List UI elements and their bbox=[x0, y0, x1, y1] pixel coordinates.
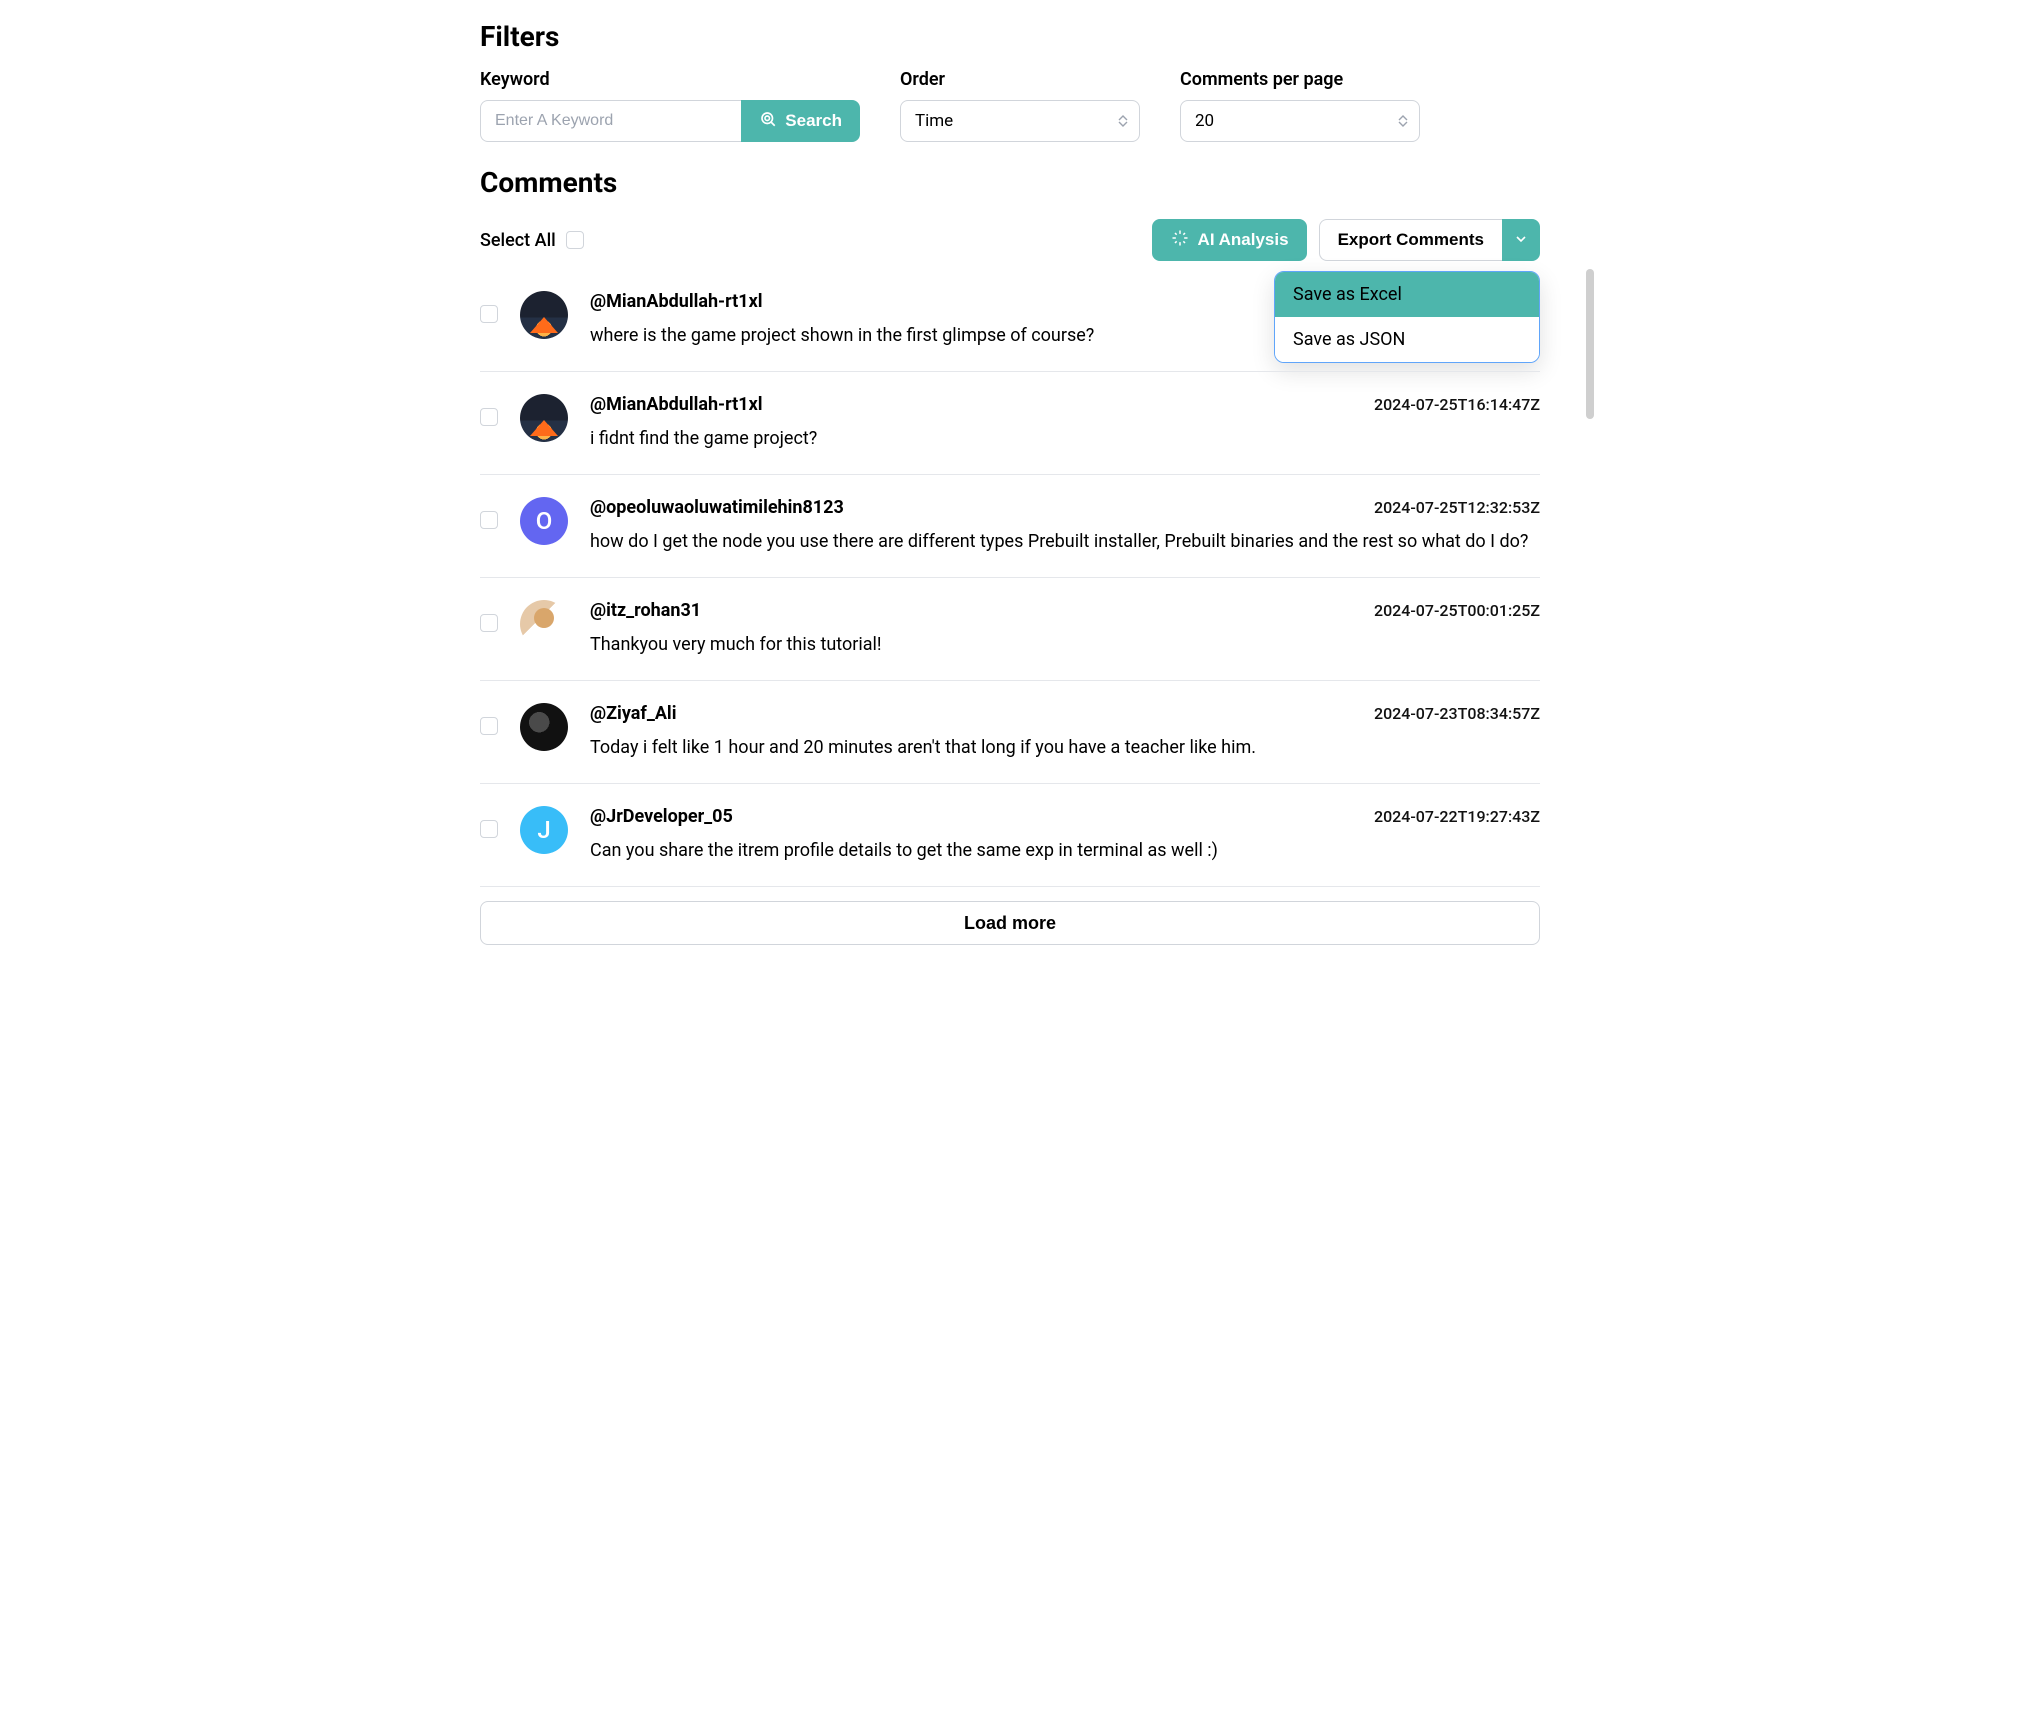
filter-row: Keyword Search Order Time bbox=[480, 69, 1540, 142]
avatar bbox=[520, 291, 568, 339]
comment-text: i fidnt find the game project? bbox=[590, 425, 1540, 452]
comment-checkbox[interactable] bbox=[480, 717, 498, 735]
comment-timestamp: 2024-07-25T16:14:47Z bbox=[1374, 395, 1540, 414]
search-icon bbox=[759, 110, 777, 133]
comment-timestamp: 2024-07-22T19:27:43Z bbox=[1374, 807, 1540, 826]
comment-row: O @opeoluwaoluwatimilehin8123 2024-07-25T1… bbox=[480, 475, 1540, 578]
ai-analysis-label: AI Analysis bbox=[1198, 230, 1289, 250]
filters-heading: Filters bbox=[480, 20, 1540, 53]
comments-heading: Comments bbox=[480, 166, 1540, 199]
comment-checkbox[interactable] bbox=[480, 820, 498, 838]
comment-body: @Ziyaf_Ali 2024-07-23T08:34:57Z Today i fe… bbox=[590, 703, 1540, 761]
comment-text: Can you share the itrem profile details … bbox=[590, 837, 1540, 864]
comment-row: @Ziyaf_Ali 2024-07-23T08:34:57Z Today i fe… bbox=[480, 681, 1540, 784]
search-button[interactable]: Search bbox=[741, 100, 860, 142]
avatar bbox=[520, 703, 568, 751]
comment-checkbox[interactable] bbox=[480, 305, 498, 323]
keyword-label: Keyword bbox=[480, 69, 860, 90]
avatar: J bbox=[520, 806, 568, 854]
export-comments-button[interactable]: Export Comments bbox=[1319, 219, 1502, 261]
comment-checkbox[interactable] bbox=[480, 614, 498, 632]
avatar: O bbox=[520, 497, 568, 545]
avatar bbox=[520, 394, 568, 442]
per-page-select-value: 20 bbox=[1180, 100, 1420, 142]
select-all-control[interactable]: Select All bbox=[480, 230, 584, 251]
comment-row: @MianAbdullah-rt1xl 2024-07-25T16:14:47Z i… bbox=[480, 372, 1540, 475]
comments-list: @MianAbdullah-rt1xl where is the game pro… bbox=[480, 269, 1540, 887]
select-all-label: Select All bbox=[480, 230, 556, 251]
comment-timestamp: 2024-07-23T08:34:57Z bbox=[1374, 704, 1540, 723]
order-select[interactable]: Time bbox=[900, 100, 1140, 142]
comment-body: @MianAbdullah-rt1xl where is the game pro… bbox=[590, 291, 1540, 349]
comment-username: @itz_rohan31 bbox=[590, 600, 701, 621]
comment-timestamp: 2024-07-25T00:01:25Z bbox=[1374, 601, 1540, 620]
order-select-value: Time bbox=[900, 100, 1140, 142]
comment-body: @JrDeveloper_05 2024-07-22T19:27:43Z Can y… bbox=[590, 806, 1540, 864]
comment-username: @JrDeveloper_05 bbox=[590, 806, 733, 827]
comment-checkbox[interactable] bbox=[480, 511, 498, 529]
comment-body: @itz_rohan31 2024-07-25T00:01:25Z Thankyou… bbox=[590, 600, 1540, 658]
comment-username: @MianAbdullah-rt1xl bbox=[590, 394, 763, 415]
comment-text: how do I get the node you use there are … bbox=[590, 528, 1540, 555]
export-dropdown-toggle[interactable] bbox=[1502, 219, 1540, 261]
scrollbar[interactable] bbox=[1586, 269, 1594, 419]
chevron-down-icon bbox=[1513, 231, 1529, 250]
comment-text: Today i felt like 1 hour and 20 minutes … bbox=[590, 734, 1540, 761]
avatar bbox=[520, 600, 568, 648]
load-more-button[interactable]: Load more bbox=[480, 901, 1540, 945]
comment-timestamp: 2024-07-25T12:32:53Z bbox=[1374, 498, 1540, 517]
comment-row: @MianAbdullah-rt1xl where is the game pro… bbox=[480, 269, 1540, 372]
comment-row: J @JrDeveloper_05 2024-07-22T19:27:43Z Can … bbox=[480, 784, 1540, 887]
per-page-select[interactable]: 20 bbox=[1180, 100, 1420, 142]
comment-username: @Ziyaf_Ali bbox=[590, 703, 676, 724]
comment-username: @opeoluwaoluwatimilehin8123 bbox=[590, 497, 844, 518]
comment-body: @opeoluwaoluwatimilehin8123 2024-07-25T12… bbox=[590, 497, 1540, 555]
comment-body: @MianAbdullah-rt1xl 2024-07-25T16:14:47Z i… bbox=[590, 394, 1540, 452]
comment-text: Thankyou very much for this tutorial! bbox=[590, 631, 1540, 658]
per-page-label: Comments per page bbox=[1180, 69, 1420, 90]
search-button-label: Search bbox=[785, 111, 842, 131]
comment-username: @MianAbdullah-rt1xl bbox=[590, 291, 763, 312]
comment-text: where is the game project shown in the f… bbox=[590, 322, 1540, 349]
keyword-input[interactable] bbox=[480, 100, 741, 142]
comment-checkbox[interactable] bbox=[480, 408, 498, 426]
sparkles-icon bbox=[1170, 228, 1190, 253]
select-all-checkbox[interactable] bbox=[566, 231, 584, 249]
ai-analysis-button[interactable]: AI Analysis bbox=[1152, 219, 1307, 261]
order-label: Order bbox=[900, 69, 1140, 90]
comment-row: @itz_rohan31 2024-07-25T00:01:25Z Thankyou… bbox=[480, 578, 1540, 681]
